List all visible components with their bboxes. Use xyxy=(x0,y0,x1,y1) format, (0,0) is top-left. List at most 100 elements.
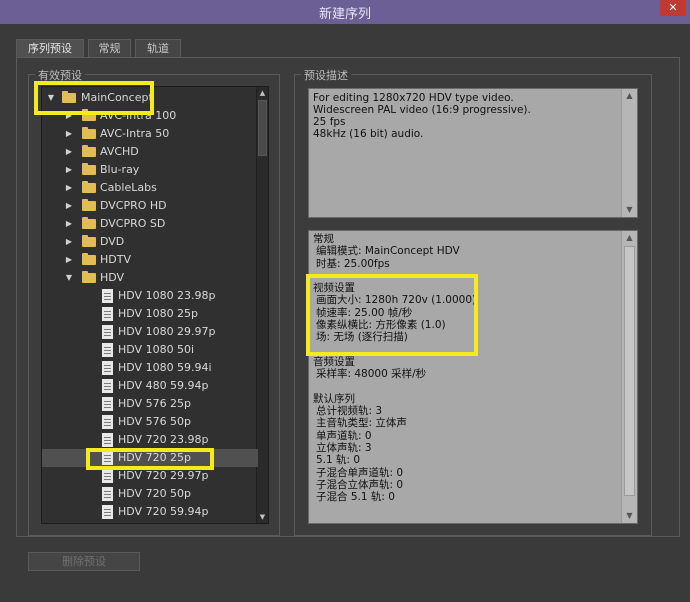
description-line: For editing 1280x720 HDV type video. xyxy=(313,92,514,104)
preset-file-icon xyxy=(102,325,113,339)
details-scrollbar[interactable]: ▲ ▼ xyxy=(621,231,637,523)
tree-item-label: HDV 720 23.98p xyxy=(118,433,209,446)
tree-preset-item[interactable]: HDV 1080 59.94i xyxy=(42,359,258,377)
highlight-video-settings xyxy=(306,274,478,356)
chevron-right-icon[interactable]: ▶ xyxy=(64,183,74,193)
preset-file-icon xyxy=(102,343,113,357)
preset-file-icon xyxy=(102,415,113,429)
tree-folder-item[interactable]: ▼ HDV xyxy=(42,269,258,287)
folder-icon xyxy=(82,235,96,247)
details-line: 采样率: 48000 采样/秒 xyxy=(316,368,427,381)
scroll-up-icon[interactable]: ▲ xyxy=(257,87,268,99)
description-line: 25 fps xyxy=(313,116,346,128)
tree-folder-item[interactable]: ▶ AVCHD xyxy=(42,143,258,161)
details-line: 单声道轨: 0 xyxy=(316,429,372,442)
preset-file-icon xyxy=(102,361,113,375)
tab-tracks[interactable]: 轨道 xyxy=(135,39,181,57)
tree-preset-item[interactable]: HDV 1080 25p xyxy=(42,305,258,323)
tree-item-label: HDV 1080 59.94i xyxy=(118,361,212,374)
folder-icon xyxy=(82,253,96,265)
preset-file-icon xyxy=(102,379,113,393)
preset-file-icon xyxy=(102,433,113,447)
details-section-heading xyxy=(313,381,633,393)
tree-item-label: DVCPRO HD xyxy=(100,199,167,212)
scroll-down-icon[interactable]: ▼ xyxy=(622,509,637,523)
tree-preset-item[interactable]: HDV 1080 50i xyxy=(42,341,258,359)
preset-file-icon xyxy=(102,289,113,303)
scroll-up-icon[interactable]: ▲ xyxy=(622,89,637,103)
tree-item-label: HDTV xyxy=(100,253,131,266)
delete-preset-button[interactable]: 删除预设 xyxy=(28,552,140,571)
highlight-mainconcept xyxy=(34,81,154,115)
folder-icon xyxy=(82,181,96,193)
chevron-right-icon[interactable]: ▶ xyxy=(64,255,74,265)
tree-item-label: Blu-ray xyxy=(100,163,140,176)
details-line: 5.1 轨: 0 xyxy=(316,454,361,467)
tree-item-label: HDV 1080 23.98p xyxy=(118,289,216,302)
tree-preset-item[interactable]: HDV 720 23.98p xyxy=(42,431,258,449)
tree-preset-item[interactable]: HDV 720 50p xyxy=(42,485,258,503)
tree-item-label: HDV 1080 29.97p xyxy=(118,325,216,338)
chevron-right-icon[interactable]: ▶ xyxy=(64,201,74,211)
tree-folder-item[interactable]: ▶ AVC-Intra 50 xyxy=(42,125,258,143)
folder-icon xyxy=(82,145,96,157)
tree-item-label: HDV 720 29.97p xyxy=(118,469,209,482)
details-line: 时基: 25.00fps xyxy=(316,257,390,270)
folder-icon xyxy=(82,217,96,229)
tree-item-label: HDV 480 59.94p xyxy=(118,379,209,392)
chevron-right-icon[interactable]: ▶ xyxy=(64,147,74,157)
details-section-heading: 音频设置 xyxy=(313,355,355,368)
tree-preset-item[interactable]: HDV 576 25p xyxy=(42,395,258,413)
chevron-right-icon[interactable]: ▶ xyxy=(64,165,74,175)
window-title: 新建序列 xyxy=(318,7,371,22)
chevron-right-icon[interactable]: ▶ xyxy=(64,237,74,247)
details-scroll-thumb[interactable] xyxy=(624,246,635,496)
tree-preset-item[interactable]: HDV 1080 29.97p xyxy=(42,323,258,341)
tab-general[interactable]: 常规 xyxy=(88,39,131,57)
tree-item-label: HDV 576 25p xyxy=(118,397,192,410)
tree-folder-item[interactable]: ▶ DVCPRO HD xyxy=(42,197,258,215)
chevron-right-icon[interactable]: ▶ xyxy=(64,129,74,139)
tree-folder-item[interactable]: ▶ CableLabs xyxy=(42,179,258,197)
highlight-hdv-720-25p xyxy=(86,448,214,470)
tree-preset-item[interactable]: HDV 720 59.94p xyxy=(42,503,258,521)
preset-tree-scroll-thumb[interactable] xyxy=(258,100,267,156)
scroll-down-icon[interactable]: ▼ xyxy=(257,511,268,523)
tree-preset-item[interactable]: HDV 1080 23.98p xyxy=(42,287,258,305)
preset-description-legend: 预设描述 xyxy=(301,67,351,83)
chevron-down-icon[interactable]: ▼ xyxy=(64,273,74,283)
description-scrollbar[interactable]: ▲ ▼ xyxy=(621,89,637,217)
tree-preset-item[interactable]: HDV 480 59.94p xyxy=(42,377,258,395)
scroll-down-icon[interactable]: ▼ xyxy=(622,203,637,217)
details-line: 编辑模式: MainConcept HDV xyxy=(316,245,460,258)
preset-file-icon xyxy=(102,397,113,411)
details-section-heading: 常规 xyxy=(313,233,334,245)
tree-item-label: HDV 1080 50i xyxy=(118,343,195,356)
scroll-up-icon[interactable]: ▲ xyxy=(622,231,637,245)
details-line: 子混合单声道轨: 0 xyxy=(316,466,404,479)
details-line: 立体声轨: 3 xyxy=(316,442,372,455)
tree-item-label: HDV 720 50p xyxy=(118,487,192,500)
description-line: 48kHz (16 bit) audio. xyxy=(313,128,424,140)
tree-folder-item[interactable]: ▶ Blu-ray xyxy=(42,161,258,179)
folder-icon xyxy=(82,271,96,283)
tree-folder-item[interactable]: ▶ DVCPRO SD xyxy=(42,215,258,233)
tree-folder-item[interactable]: ▶ DVD xyxy=(42,233,258,251)
preset-file-icon xyxy=(102,505,113,519)
details-line: 主音轨类型: 立体声 xyxy=(316,417,407,430)
tree-item-label: HDV 1080 25p xyxy=(118,307,199,320)
tab-sequence-presets[interactable]: 序列预设 xyxy=(16,39,84,58)
folder-icon xyxy=(82,199,96,211)
tree-item-label: HDV 720 59.94p xyxy=(118,505,209,518)
details-line: 总计视频轨: 3 xyxy=(316,405,383,418)
tree-folder-item[interactable]: ▶ HDTV xyxy=(42,251,258,269)
title-bar: 新建序列 ✕ xyxy=(0,0,690,24)
close-button[interactable]: ✕ xyxy=(660,0,686,16)
tree-item-label: AVCHD xyxy=(100,145,139,158)
chevron-right-icon[interactable]: ▶ xyxy=(64,219,74,229)
preset-file-icon xyxy=(102,307,113,321)
details-line: 子混合 5.1 轨: 0 xyxy=(316,491,395,504)
details-section-heading: 默认序列 xyxy=(313,392,355,405)
details-line: 子混合立体声轨: 0 xyxy=(316,478,404,491)
tree-preset-item[interactable]: HDV 576 50p xyxy=(42,413,258,431)
